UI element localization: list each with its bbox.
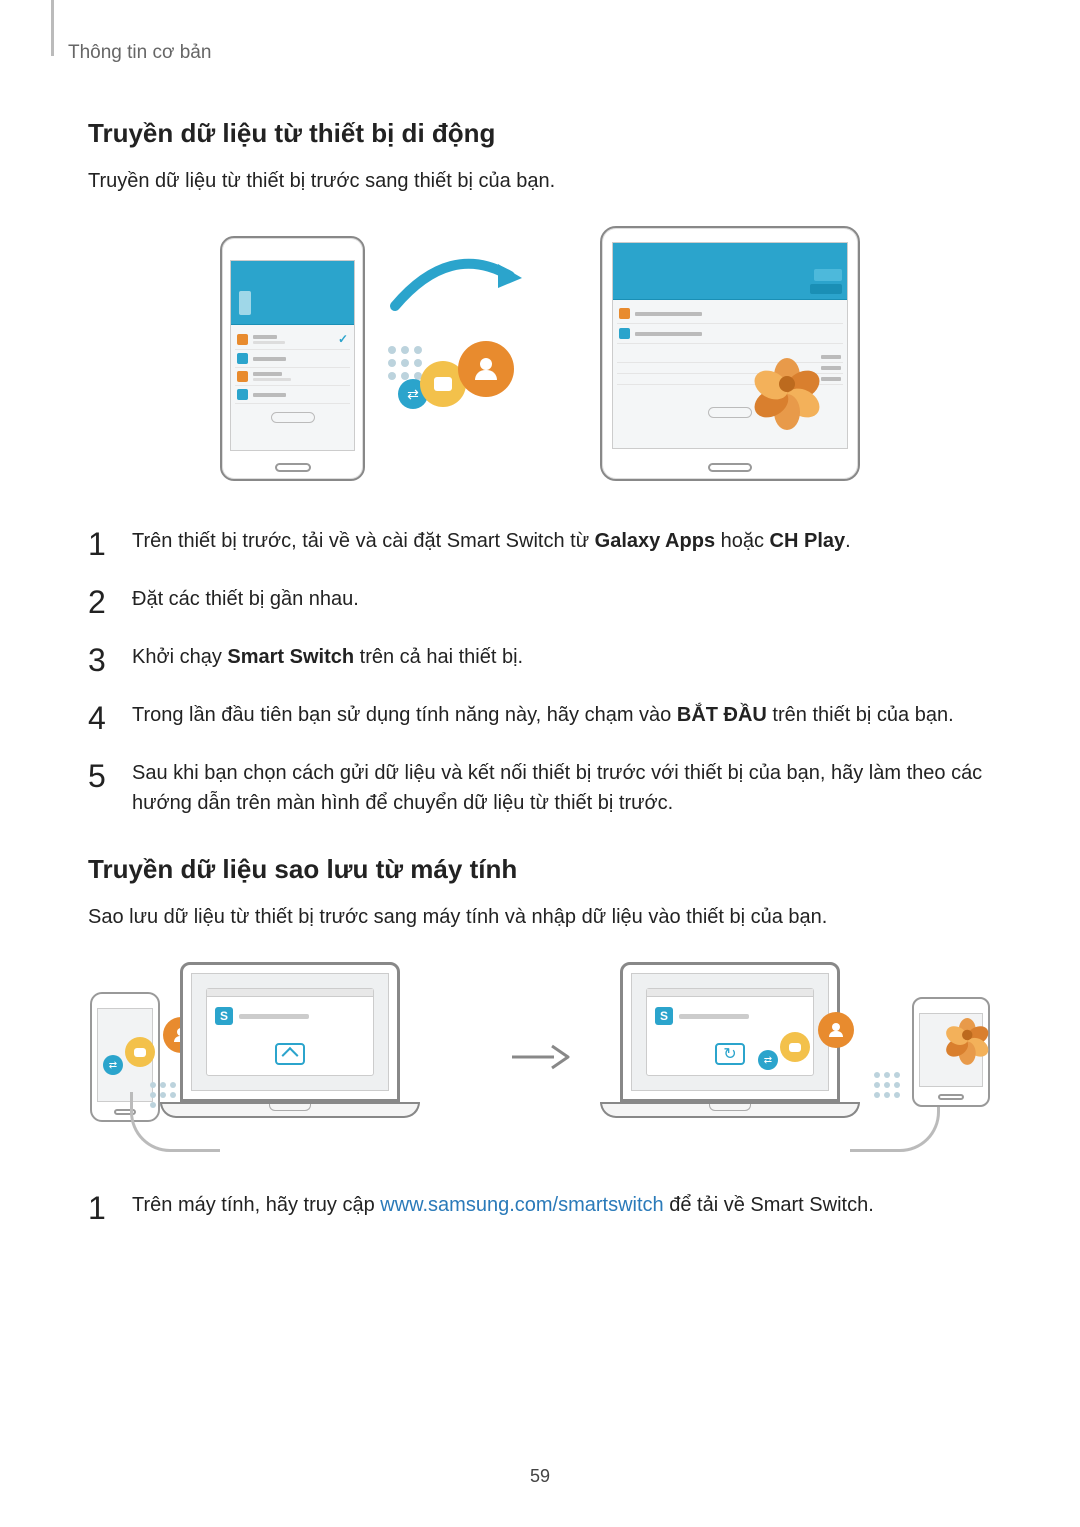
step-text: Trên thiết bị trước, tải về và cài đặt S… bbox=[132, 530, 595, 552]
section2-steps: Trên máy tính, hãy truy cập www.samsung.… bbox=[88, 1190, 992, 1220]
step-link[interactable]: www.samsung.com/smartswitch bbox=[380, 1194, 663, 1216]
section1-title: Truyền dữ liệu từ thiết bị di động bbox=[88, 118, 992, 149]
section2-intro: Sao lưu dữ liệu từ thiết bị trước sang m… bbox=[88, 903, 992, 932]
step-1: Trên máy tính, hãy truy cập www.samsung.… bbox=[88, 1190, 992, 1220]
step-text: trên thiết bị của bạn. bbox=[767, 704, 954, 726]
step-bold: Galaxy Apps bbox=[595, 530, 715, 552]
step-text: Trên máy tính, hãy truy cập bbox=[132, 1194, 380, 1216]
cable-icon bbox=[130, 1092, 220, 1152]
flower-icon bbox=[945, 1007, 991, 1053]
step-bold: CH Play bbox=[770, 530, 846, 552]
breadcrumb: Thông tin cơ bản bbox=[68, 42, 992, 64]
step-4: Trong lần đầu tiên bạn sử dụng tính năng… bbox=[88, 700, 992, 730]
arrow-right-icon bbox=[510, 1042, 570, 1072]
panel-backup: ⇄ S bbox=[90, 962, 500, 1152]
illustration-pc-backup: ⇄ S bbox=[90, 962, 990, 1162]
step-text: hoặc bbox=[715, 530, 769, 552]
step-text: . bbox=[845, 530, 851, 552]
phone-device: ✓ bbox=[220, 236, 365, 481]
section1-intro: Truyền dữ liệu từ thiết bị trước sang th… bbox=[88, 167, 992, 196]
smartswitch-badge-icon: S bbox=[215, 1007, 233, 1025]
content-bubbles-icon: ⇄ bbox=[780, 1012, 900, 1092]
step-text: để tải về Smart Switch. bbox=[664, 1194, 874, 1216]
transfer-arrow-icon bbox=[390, 256, 530, 316]
smartswitch-badge-icon: S bbox=[655, 1007, 673, 1025]
panel-restore: S ⇄ bbox=[580, 962, 990, 1152]
step-2: Đặt các thiết bị gần nhau. bbox=[88, 584, 992, 614]
step-5: Sau khi bạn chọn cách gửi dữ liệu và kết… bbox=[88, 758, 992, 818]
step-text: Khởi chạy bbox=[132, 646, 227, 668]
step-1: Trên thiết bị trước, tải về và cài đặt S… bbox=[88, 526, 992, 556]
step-3: Khởi chạy Smart Switch trên cả hai thiết… bbox=[88, 642, 992, 672]
step-bold: BẮT ĐẦU bbox=[677, 704, 767, 726]
step-text: Trong lần đầu tiên bạn sử dụng tính năng… bbox=[132, 704, 677, 726]
page-content: Thông tin cơ bản Truyền dữ liệu từ thiết… bbox=[0, 0, 1080, 1220]
upload-icon bbox=[275, 1043, 305, 1065]
illustration-mobile-transfer: ✓ ⇄ bbox=[88, 226, 992, 486]
step-text: trên cả hai thiết bị. bbox=[354, 646, 523, 668]
section1-steps: Trên thiết bị trước, tải về và cài đặt S… bbox=[88, 526, 992, 818]
content-bubbles-icon: ⇄ bbox=[420, 341, 540, 421]
page-number: 59 bbox=[0, 1466, 1080, 1487]
step-bold: Smart Switch bbox=[227, 646, 354, 668]
section2-title: Truyền dữ liệu sao lưu từ máy tính bbox=[88, 854, 992, 885]
restore-icon bbox=[715, 1043, 745, 1065]
flower-icon bbox=[752, 341, 822, 411]
header-rule bbox=[51, 0, 54, 56]
